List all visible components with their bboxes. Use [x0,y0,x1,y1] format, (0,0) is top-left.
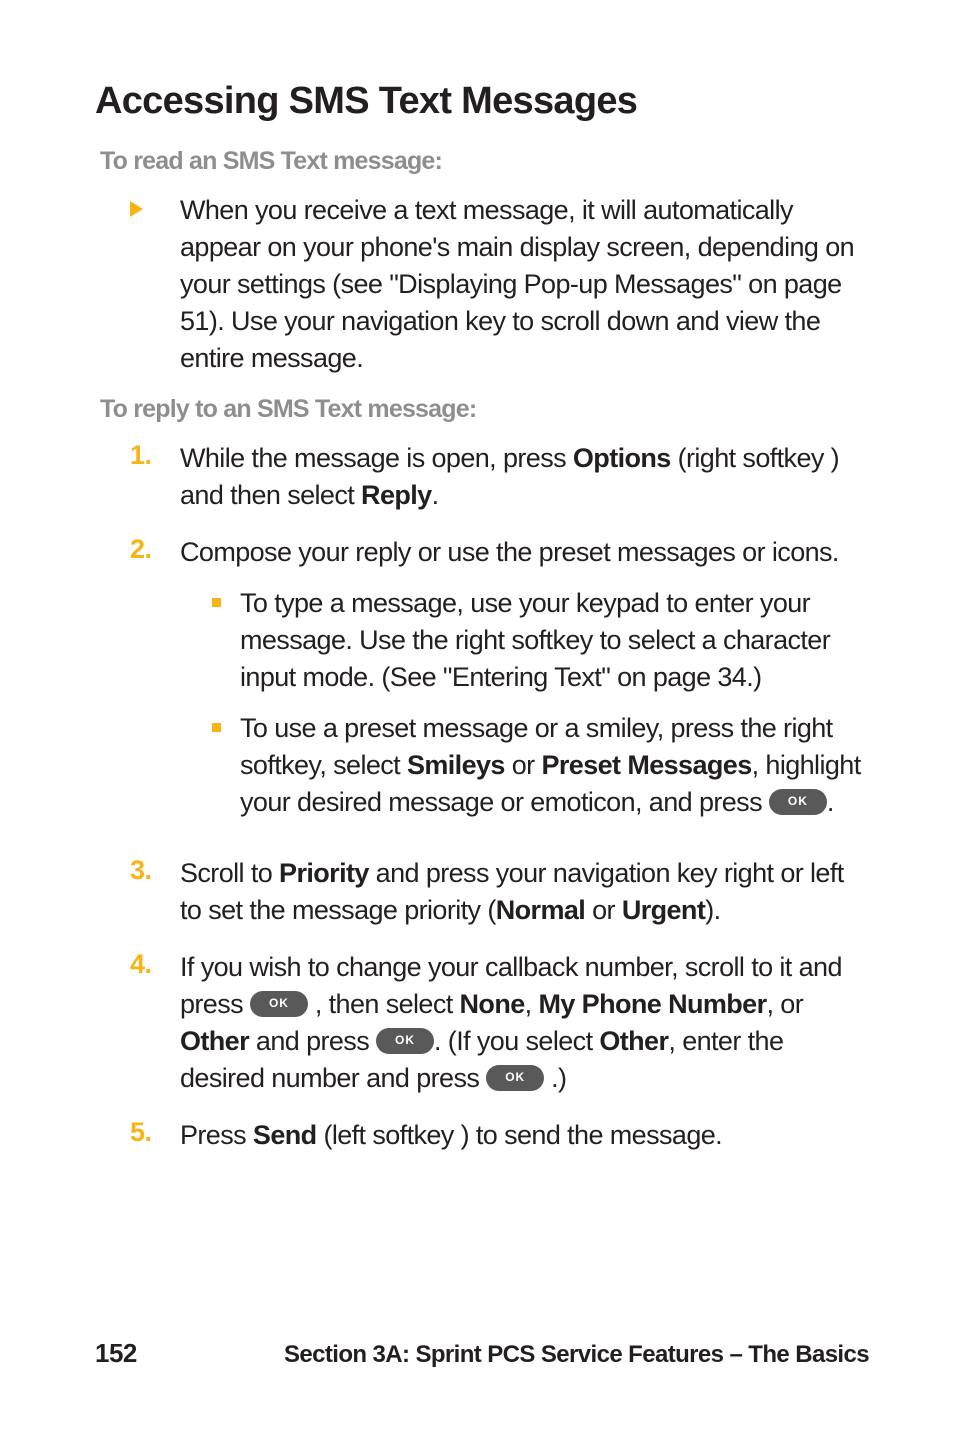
text: .) [544,1063,566,1093]
text: ). [705,895,720,925]
square-bullet-cell [212,710,240,821]
step-number: 4. [130,949,180,1097]
step-4: 4. If you wish to change your callback n… [130,949,869,1097]
ok-key-icon: OK [250,991,308,1017]
label-other: Other [180,1026,249,1056]
step-1-text: While the message is open, press Options… [180,440,869,514]
page: Accessing SMS Text Messages To read an S… [0,0,954,1431]
text: (left softkey ) to send the message. [317,1120,723,1150]
label-send: Send [253,1120,317,1150]
label-preset-messages: Preset Messages [541,750,751,780]
step-2: 2. Compose your reply or use the preset … [130,534,869,835]
step-number: 1. [130,440,180,514]
subhead-reply: To reply to an SMS Text message: [100,395,869,424]
text: . [827,787,834,817]
square-icon [212,723,221,732]
step-5: 5. Press Send (left softkey ) to send th… [130,1117,869,1154]
steps-list: 1. While the message is open, press Opti… [95,440,869,1154]
text: To type a message, use your keypad to en… [240,585,869,696]
step-number: 2. [130,534,180,835]
page-number: 152 [95,1338,137,1369]
text: , or [766,989,803,1019]
step-5-text: Press Send (left softkey ) to send the m… [180,1117,869,1154]
text: Press [180,1120,253,1150]
step-3: 3. Scroll to Priority and press your nav… [130,855,869,929]
label-priority: Priority [279,858,369,888]
label-options: Options [573,443,671,473]
subhead-read: To read an SMS Text message: [100,147,869,176]
step-2-text: Compose your reply or use the preset mes… [180,534,869,835]
read-bullet-text: When you receive a text message, it will… [180,192,869,377]
text: , [525,989,539,1019]
label-smileys: Smileys [407,750,505,780]
step-4-text: If you wish to change your callback numb… [180,949,869,1097]
ok-key-icon: OK [376,1028,434,1054]
step-2-sub-1: To type a message, use your keypad to en… [212,585,869,696]
step-number: 3. [130,855,180,929]
triangle-icon [130,201,143,217]
step-3-text: Scroll to Priority and press your naviga… [180,855,869,929]
text: and press [249,1026,376,1056]
label-urgent: Urgent [622,895,705,925]
square-icon [212,598,221,607]
text: Scroll to [180,858,279,888]
step-2-sub-2-text: To use a preset message or a smiley, pre… [240,710,869,821]
label-reply: Reply [361,480,432,510]
read-bullet-row: When you receive a text message, it will… [130,192,869,377]
footer-section-title: Section 3A: Sprint PCS Service Features … [284,1341,869,1369]
square-bullet-cell [212,585,240,696]
page-footer: 152 Section 3A: Sprint PCS Service Featu… [95,1338,869,1369]
step-number: 5. [130,1117,180,1154]
label-normal: Normal [496,895,585,925]
page-title: Accessing SMS Text Messages [95,80,869,123]
step-1: 1. While the message is open, press Opti… [130,440,869,514]
triangle-bullet-cell [130,192,180,377]
text: Compose your reply or use the preset mes… [180,537,839,567]
text: or [505,750,542,780]
ok-key-icon: OK [769,789,827,815]
text: . [432,480,439,510]
text: While the message is open, press [180,443,573,473]
step-2-sublist: To type a message, use your keypad to en… [180,585,869,821]
label-my-phone-number: My Phone Number [538,989,766,1019]
label-none: None [460,989,525,1019]
label-other-2: Other [599,1026,668,1056]
text: , then select [308,989,460,1019]
text: . (If you select [434,1026,599,1056]
ok-key-icon: OK [486,1065,544,1091]
text: or [585,895,622,925]
step-2-sub-2: To use a preset message or a smiley, pre… [212,710,869,821]
